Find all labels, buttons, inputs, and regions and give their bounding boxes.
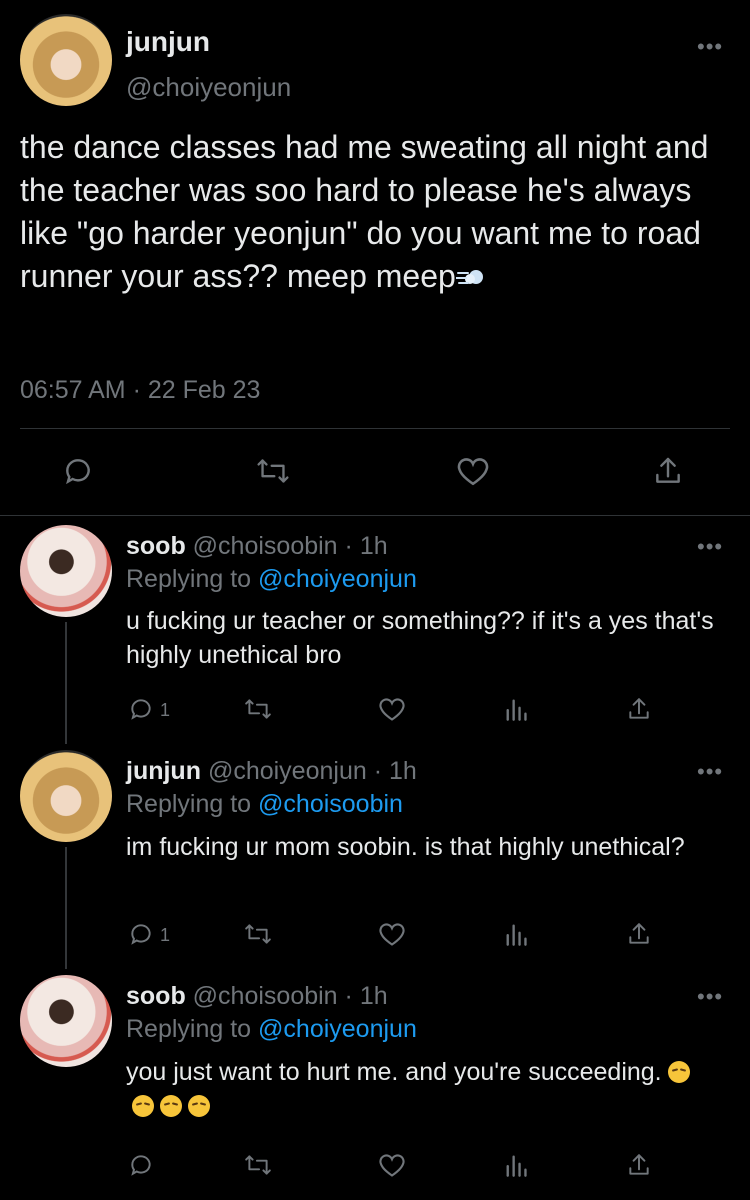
mention-link[interactable]: @choisoobin <box>258 790 403 818</box>
speech-bubble-icon <box>131 1155 151 1176</box>
analytics-button[interactable] <box>504 696 528 722</box>
bar-chart-icon <box>506 699 527 721</box>
pensive-face-emoji-icon <box>188 1095 210 1117</box>
avatar[interactable] <box>20 750 112 842</box>
avatar[interactable] <box>20 525 112 617</box>
heart-icon <box>379 923 405 946</box>
tweet-text: the dance classes had me sweating all ni… <box>20 126 720 298</box>
reply-time: · 1h <box>344 532 388 560</box>
author-name[interactable]: junjun <box>126 757 201 785</box>
more-options-icon[interactable]: ••• <box>697 534 723 560</box>
mention-link[interactable]: @choiyeonjun <box>258 565 417 593</box>
author-handle[interactable]: @choiyeonjun <box>126 72 291 103</box>
reply-header: junjun @choiyeonjun · 1h <box>126 757 417 786</box>
share-button[interactable] <box>626 921 652 947</box>
retweet-icon <box>245 699 271 719</box>
like-button[interactable] <box>378 696 406 722</box>
retweet-button[interactable] <box>256 455 290 487</box>
reply-button[interactable] <box>128 696 154 722</box>
avatar[interactable] <box>20 975 112 1067</box>
reply-text: you just want to hurt me. and you're suc… <box>126 1055 716 1123</box>
replying-to: Replying to @choisoobin <box>126 790 403 819</box>
like-button[interactable] <box>456 455 490 487</box>
reply-count: 1 <box>160 700 171 720</box>
analytics-button[interactable] <box>504 921 528 947</box>
pensive-face-emoji-icon <box>667 1061 690 1083</box>
heart-icon <box>379 698 405 721</box>
share-button[interactable] <box>652 455 684 487</box>
replying-prefix: Replying to <box>126 565 252 593</box>
replying-prefix: Replying to <box>126 1015 252 1043</box>
reply-text: u fucking ur teacher or something?? if i… <box>126 607 714 669</box>
reply-count: 1 <box>160 925 171 945</box>
pensive-face-emoji-icon <box>132 1095 154 1117</box>
reply-button[interactable] <box>128 1152 154 1178</box>
author-name[interactable]: soob <box>126 982 186 1010</box>
heart-icon <box>379 1154 405 1177</box>
replying-to: Replying to @choiyeonjun <box>126 565 417 594</box>
share-icon <box>629 1154 649 1175</box>
heart-icon <box>457 458 489 486</box>
share-button[interactable] <box>626 696 652 722</box>
retweet-icon <box>245 1155 271 1175</box>
tweet-body: the dance classes had me sweating all ni… <box>20 129 709 294</box>
share-icon <box>656 457 680 483</box>
bar-chart-icon <box>506 924 527 946</box>
retweet-icon <box>245 924 271 944</box>
share-button[interactable] <box>626 1152 652 1178</box>
retweet-button[interactable] <box>244 1152 272 1178</box>
author-handle[interactable]: @choiyeonjun <box>208 757 367 785</box>
retweet-button[interactable] <box>244 696 272 722</box>
replying-prefix: Replying to <box>126 790 252 818</box>
like-button[interactable] <box>378 921 406 947</box>
reply-button[interactable] <box>62 455 94 487</box>
divider <box>20 428 730 429</box>
mention-link[interactable]: @choiyeonjun <box>258 1015 417 1043</box>
reply-time: · 1h <box>373 757 417 785</box>
reply-button[interactable] <box>128 921 154 947</box>
reply-header: soob @choisoobin · 1h <box>126 532 388 561</box>
dash-emoji-icon <box>455 270 483 284</box>
like-button[interactable] <box>378 1152 406 1178</box>
author-name[interactable]: soob <box>126 532 186 560</box>
retweet-icon <box>257 459 289 483</box>
reply-text: im fucking ur mom soobin. is that highly… <box>126 833 685 861</box>
reply-time: · 1h <box>344 982 388 1010</box>
share-icon <box>629 923 649 944</box>
more-options-icon[interactable]: ••• <box>697 759 723 785</box>
divider <box>0 515 750 516</box>
avatar[interactable] <box>20 14 112 106</box>
thread-line <box>65 847 67 969</box>
reply-body: you just want to hurt me. and you're suc… <box>126 1058 662 1086</box>
replying-to: Replying to @choiyeonjun <box>126 1015 417 1044</box>
speech-bubble-icon <box>131 924 151 945</box>
thread-line <box>65 622 67 744</box>
speech-bubble-icon <box>131 699 151 720</box>
pensive-face-emoji-icon <box>160 1095 182 1117</box>
author-name[interactable]: junjun <box>126 26 210 58</box>
author-handle[interactable]: @choisoobin <box>193 982 338 1010</box>
bar-chart-icon <box>506 1155 527 1177</box>
retweet-button[interactable] <box>244 921 272 947</box>
share-icon <box>629 698 649 719</box>
author-handle[interactable]: @choisoobin <box>193 532 338 560</box>
more-options-icon[interactable]: ••• <box>697 984 723 1010</box>
analytics-button[interactable] <box>504 1152 528 1178</box>
speech-bubble-icon <box>66 459 90 485</box>
more-options-icon[interactable]: ••• <box>697 34 723 60</box>
reply-header: soob @choisoobin · 1h <box>126 982 388 1011</box>
tweet-timestamp[interactable]: 06:57 AM · 22 Feb 23 <box>20 376 260 405</box>
